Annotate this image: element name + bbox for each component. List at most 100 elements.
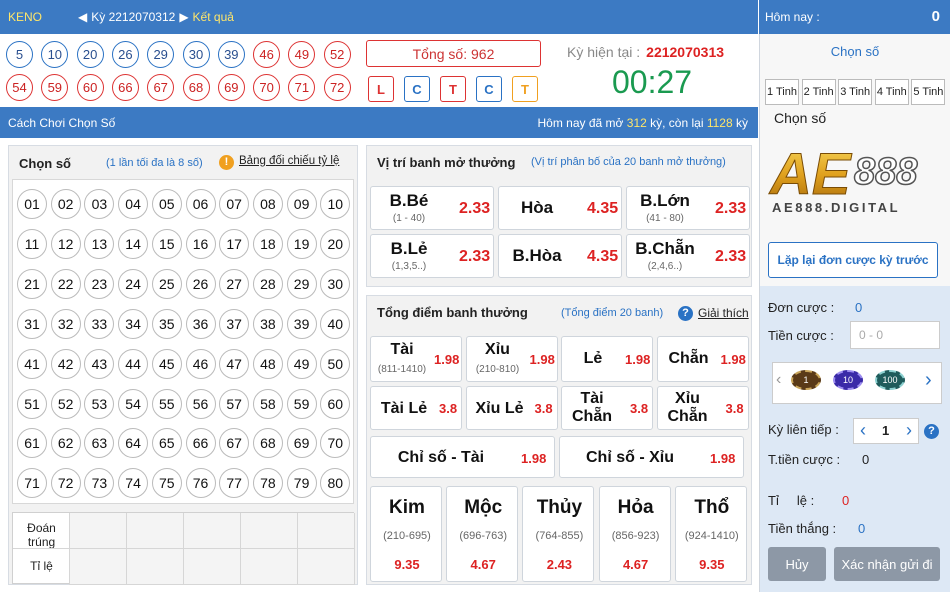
number-ball[interactable]: 59 (286, 388, 317, 419)
number-ball[interactable]: 12 (50, 228, 81, 259)
tab-tinh-5[interactable]: 5 Tinh (911, 79, 946, 105)
bet-bl[interactable]: B.Lẻ (1,3,5..) 2.33 (370, 234, 494, 278)
bet-ti[interactable]: Tài (811-1410) 1.98 (370, 336, 462, 382)
number-ball[interactable]: 03 (84, 189, 115, 219)
chip-10[interactable]: 10 (833, 370, 863, 390)
number-ball[interactable]: 75 (151, 468, 182, 499)
number-ball[interactable]: 21 (17, 268, 47, 299)
number-ball[interactable]: 37 (219, 308, 250, 339)
prev-arrow-icon[interactable]: ◀ (78, 10, 87, 24)
number-ball[interactable]: 25 (151, 268, 182, 299)
bet-combo[interactable]: Xỉu Chẵn 3.8 (656, 386, 749, 430)
info-icon[interactable]: ! (219, 155, 234, 170)
number-ball[interactable]: 10 (320, 189, 351, 219)
number-ball[interactable]: 30 (320, 268, 351, 299)
number-ball[interactable]: 42 (50, 348, 81, 379)
plus-icon[interactable]: › (906, 420, 912, 441)
number-ball[interactable]: 56 (185, 388, 216, 419)
cancel-button[interactable]: Hủy (768, 547, 826, 581)
number-ball[interactable]: 72 (50, 468, 81, 499)
bet-combo[interactable]: Tài Lẻ 3.8 (370, 386, 462, 430)
number-ball[interactable]: 43 (84, 348, 115, 379)
number-ball[interactable]: 35 (151, 308, 182, 339)
result-link[interactable]: Kết quả (193, 10, 234, 24)
number-ball[interactable]: 52 (50, 388, 81, 419)
number-ball[interactable]: 60 (320, 388, 351, 419)
bet-xu[interactable]: Xỉu (210-810) 1.98 (465, 336, 558, 382)
bet-amount-input[interactable]: 0 - 0 (850, 321, 940, 349)
bet-element[interactable]: Hỏa (856-923) 4.67 (598, 486, 671, 582)
bet-element[interactable]: Mộc (696-763) 4.67 (446, 486, 519, 582)
number-ball[interactable]: 01 (17, 189, 47, 219)
number-ball[interactable]: 78 (252, 468, 283, 499)
number-ball[interactable]: 40 (320, 308, 351, 339)
bet-bchn[interactable]: B.Chẵn (2,4,6..) 2.33 (626, 234, 750, 278)
bet-ha[interactable]: Hòa 4.35 (498, 186, 622, 230)
number-ball[interactable]: 26 (185, 268, 216, 299)
number-ball[interactable]: 53 (84, 388, 115, 419)
number-ball[interactable]: 57 (219, 388, 250, 419)
number-ball[interactable]: 41 (17, 348, 47, 379)
number-ball[interactable]: 79 (286, 468, 317, 499)
number-ball[interactable]: 07 (219, 189, 250, 219)
help-icon[interactable]: ? (678, 306, 693, 321)
number-ball[interactable]: 28 (252, 268, 283, 299)
number-ball[interactable]: 06 (185, 189, 216, 219)
explain-link[interactable]: Giải thích (698, 306, 749, 320)
number-ball[interactable]: 34 (118, 308, 149, 339)
chip-left-arrow-icon[interactable]: ‹ (776, 371, 781, 389)
number-ball[interactable]: 09 (286, 189, 317, 219)
repeat-bet-button[interactable]: Lặp lại đơn cược kỳ trước (768, 242, 938, 278)
odds-table-link[interactable]: Bảng đối chiếu tỷ lệ (239, 155, 339, 167)
bet-chn[interactable]: Chẵn 1.98 (656, 336, 749, 382)
number-ball[interactable]: 02 (50, 189, 81, 219)
number-ball[interactable]: 31 (17, 308, 47, 339)
consecutive-stepper[interactable]: ‹ 1 › (853, 418, 919, 444)
number-ball[interactable]: 77 (219, 468, 250, 499)
number-ball[interactable]: 19 (286, 228, 317, 259)
bet-combo[interactable]: Xỉu Lẻ 3.8 (465, 386, 558, 430)
number-ball[interactable]: 18 (252, 228, 283, 259)
number-ball[interactable]: 20 (320, 228, 351, 259)
number-ball[interactable]: 36 (185, 308, 216, 339)
bet-l[interactable]: Lẻ 1.98 (561, 336, 653, 382)
chip-right-arrow-icon[interactable]: › (925, 369, 932, 392)
number-ball[interactable]: 55 (151, 388, 182, 419)
confirm-button[interactable]: Xác nhận gửi đi (834, 547, 940, 581)
bet-bha[interactable]: B.Hòa 4.35 (498, 234, 622, 278)
tab-tinh-3[interactable]: 3 Tinh (838, 79, 873, 105)
bet-bb[interactable]: B.Bé (1 - 40) 2.33 (370, 186, 494, 230)
chip-100[interactable]: 100 (875, 370, 905, 390)
number-ball[interactable]: 67 (219, 428, 250, 459)
number-ball[interactable]: 66 (185, 428, 216, 459)
number-ball[interactable]: 14 (118, 228, 149, 259)
number-ball[interactable]: 33 (84, 308, 115, 339)
number-ball[interactable]: 05 (151, 189, 182, 219)
number-ball[interactable]: 71 (17, 468, 47, 499)
minus-icon[interactable]: ‹ (860, 420, 866, 441)
number-ball[interactable]: 04 (118, 189, 149, 219)
number-ball[interactable]: 54 (118, 388, 149, 419)
chip-1[interactable]: 1 (791, 370, 821, 390)
number-ball[interactable]: 17 (219, 228, 250, 259)
number-ball[interactable]: 39 (286, 308, 317, 339)
number-ball[interactable]: 15 (151, 228, 182, 259)
number-ball[interactable]: 32 (50, 308, 81, 339)
number-ball[interactable]: 68 (252, 428, 283, 459)
bet-element[interactable]: Kim (210-695) 9.35 (370, 486, 442, 582)
number-ball[interactable]: 69 (286, 428, 317, 459)
bet-bln[interactable]: B.Lớn (41 - 80) 2.33 (626, 186, 750, 230)
number-ball[interactable]: 80 (320, 468, 351, 499)
number-ball[interactable]: 65 (151, 428, 182, 459)
number-ball[interactable]: 44 (118, 348, 149, 379)
bet-element[interactable]: Thổ (924-1410) 9.35 (674, 486, 747, 582)
number-ball[interactable]: 62 (50, 428, 81, 459)
tab-tinh-4[interactable]: 4 Tinh (874, 79, 909, 105)
number-ball[interactable]: 74 (118, 468, 149, 499)
number-ball[interactable]: 22 (50, 268, 81, 299)
number-ball[interactable]: 63 (84, 428, 115, 459)
bet-element[interactable]: Thủy (764-855) 2.43 (522, 486, 595, 582)
tab-tinh-1[interactable]: 1 Tinh (765, 79, 799, 105)
number-ball[interactable]: 27 (219, 268, 250, 299)
number-ball[interactable]: 70 (320, 428, 351, 459)
